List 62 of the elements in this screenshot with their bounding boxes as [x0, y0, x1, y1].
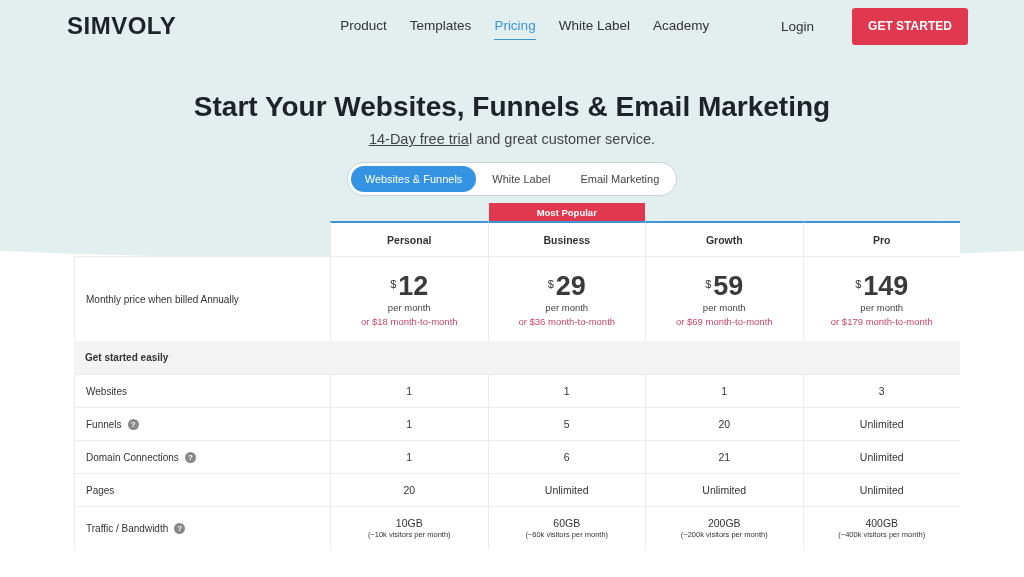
- monthly-price-note: or $36 month-to-month: [518, 315, 616, 327]
- feature-value: 1: [406, 451, 413, 463]
- page-title: Start Your Websites, Funnels & Email Marketing: [192, 90, 832, 124]
- feature-value: Unlimited: [859, 418, 904, 430]
- price-amount: 12: [398, 271, 429, 300]
- help-icon[interactable]: ?: [184, 451, 196, 463]
- product-tab[interactable]: White Label: [478, 166, 565, 192]
- feature-value: 6: [563, 451, 570, 463]
- monthly-price-note: or $179 month-to-month: [830, 315, 933, 327]
- currency-symbol: $: [390, 277, 397, 290]
- price-period: per month: [860, 301, 904, 313]
- price-amount: 59: [713, 271, 744, 300]
- feature-value: 20: [403, 484, 416, 496]
- feature-value: Unlimited: [702, 484, 747, 496]
- currency-symbol: $: [547, 277, 554, 290]
- most-popular-badge: Most Popular: [488, 203, 645, 221]
- feature-value: 1: [406, 418, 413, 430]
- help-icon[interactable]: ?: [174, 522, 186, 534]
- feature-label: Traffic / Bandwidth: [86, 522, 169, 534]
- feature-value: 5: [563, 418, 570, 430]
- free-trial-link[interactable]: 14-Day free tria: [368, 131, 469, 147]
- feature-value: 400GB: [865, 517, 899, 529]
- nav-link[interactable]: Academy: [652, 12, 710, 40]
- price-period: per month: [702, 301, 746, 313]
- feature-label: Pages: [86, 484, 115, 496]
- feature-value: 20: [718, 418, 731, 430]
- currency-symbol: $: [855, 277, 862, 290]
- feature-label: Domain Connections: [86, 451, 179, 463]
- hero-subtitle: 14-Day free trial and great customer service.: [367, 131, 657, 147]
- plan-name: Pro: [802, 221, 960, 256]
- login-link[interactable]: Login: [780, 18, 814, 34]
- get-started-button[interactable]: GET STARTED: [852, 7, 968, 45]
- price-period: per month: [387, 301, 431, 313]
- price-amount: 29: [555, 271, 586, 300]
- nav-link[interactable]: Product: [340, 12, 387, 40]
- feature-value: 21: [718, 451, 731, 463]
- feature-value: 1: [563, 385, 570, 397]
- monthly-price-note: or $69 month-to-month: [675, 315, 773, 327]
- feature-value: Unlimited: [859, 451, 904, 463]
- price-amount: 149: [863, 271, 909, 300]
- product-tab[interactable]: Email Marketing: [566, 166, 674, 192]
- feature-value: Unlimited: [544, 484, 589, 496]
- feature-value: 60GB: [553, 517, 581, 529]
- section-heading: Get started easily: [84, 351, 170, 365]
- feature-label: Websites: [86, 385, 127, 397]
- feature-value: 1: [721, 385, 728, 397]
- monthly-price-note: or $18 month-to-month: [360, 315, 458, 327]
- nav-link[interactable]: White Label: [558, 12, 630, 40]
- feature-value: Unlimited: [859, 484, 904, 496]
- plan-name: Personal: [330, 221, 488, 256]
- feature-value: 10GB: [395, 517, 423, 529]
- nav-link[interactable]: Templates: [409, 12, 472, 40]
- price-period: per month: [545, 301, 589, 313]
- help-icon[interactable]: ?: [127, 418, 139, 430]
- feature-value: 3: [878, 385, 885, 397]
- logo[interactable]: SIMVOLY: [67, 12, 177, 40]
- feature-label: Funnels: [86, 418, 122, 430]
- feature-value: 200GB: [707, 517, 741, 529]
- plan-name: Growth: [645, 221, 803, 256]
- currency-symbol: $: [705, 277, 712, 290]
- feature-value: 1: [406, 385, 413, 397]
- row-label: Monthly price when billed Annually: [74, 257, 330, 341]
